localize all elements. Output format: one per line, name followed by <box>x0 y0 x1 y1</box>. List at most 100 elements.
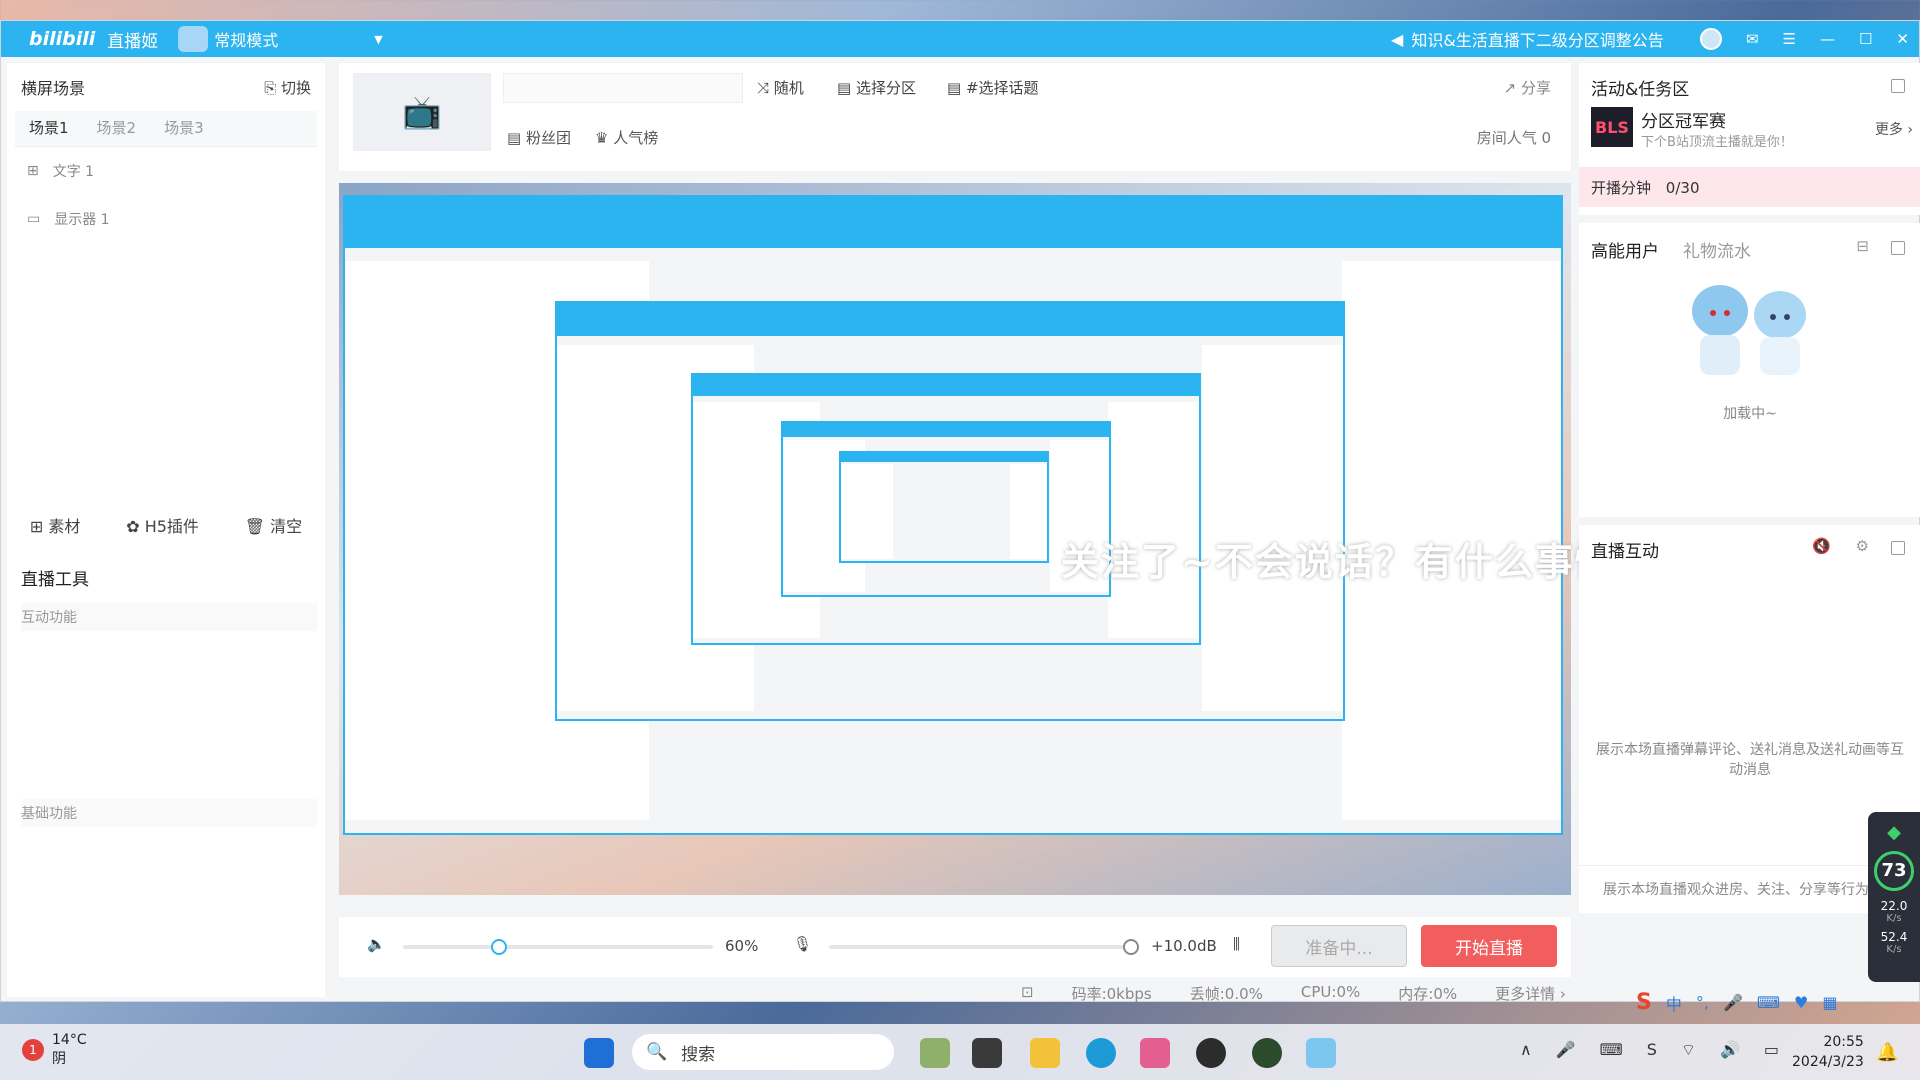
source-item-text[interactable]: ⊞ 文字 1 <box>7 147 325 195</box>
select-topic-button[interactable]: ▤ #选择话题 <box>947 77 1039 98</box>
speaker-icon[interactable]: 🔈 <box>367 935 386 953</box>
popout-icon[interactable] <box>1891 241 1905 255</box>
mic-muted-icon[interactable]: 🎙 <box>793 935 812 953</box>
share-button[interactable]: ↗ 分享 <box>1504 77 1551 98</box>
tab-high-energy-users[interactable]: 高能用户 <box>1591 237 1659 262</box>
windows-start-icon[interactable] <box>584 1038 614 1068</box>
h5-plugin-label: H5插件 <box>144 517 199 536</box>
app-icon-dark[interactable] <box>1196 1038 1226 1068</box>
mic-icon[interactable]: 🎤 <box>1723 993 1743 1012</box>
menu-icon[interactable]: ☰ <box>1783 30 1796 48</box>
chevron-down-icon: ▼ <box>374 32 383 46</box>
bilibili-app-icon[interactable] <box>1140 1038 1170 1068</box>
app-icon-copilot[interactable] <box>920 1038 950 1068</box>
bls-logo: BLS <box>1591 107 1633 147</box>
fan-club-label: 粉丝团 <box>525 129 571 147</box>
language-icon[interactable]: ⌨ <box>1600 1040 1623 1060</box>
popout-icon[interactable] <box>1891 79 1905 93</box>
scene-title: 横屏场景 <box>21 79 86 98</box>
popularity-rank-button[interactable]: ♛ 人气榜 <box>595 127 658 148</box>
more-details-label: 更多详情 <box>1495 985 1556 1003</box>
speaker-volume-slider[interactable] <box>403 939 713 955</box>
h5-plugin-button[interactable]: ✿ H5插件 <box>126 513 199 537</box>
sogou-tray-icon[interactable]: S <box>1647 1040 1657 1060</box>
ime-lang[interactable]: 中 <box>1666 991 1682 1015</box>
toolbox-icon[interactable]: ▦ <box>1822 993 1837 1012</box>
mic-tray-icon[interactable]: 🎤 <box>1556 1040 1576 1060</box>
topic-label: #选择话题 <box>965 79 1039 97</box>
download-unit: K/s <box>1886 944 1902 955</box>
rank-label: 人气榜 <box>613 129 659 147</box>
weather-widget[interactable]: 1 14°C 阴 <box>22 1032 87 1068</box>
select-category-button[interactable]: ▤ 选择分区 <box>837 77 916 98</box>
clock[interactable]: 20:55 2024/3/23 <box>1792 1032 1864 1072</box>
mascot-illustration <box>1692 285 1806 375</box>
stream-minutes-bar[interactable]: 开播分钟 0/30 <box>1579 167 1920 207</box>
date: 2024/3/23 <box>1792 1054 1864 1070</box>
live-studio-icon[interactable] <box>1306 1038 1336 1068</box>
fan-club-button[interactable]: ▤ 粉丝团 <box>507 127 571 148</box>
mic-gain-slider[interactable] <box>829 939 1139 955</box>
mic-gain-value: +10.0dB <box>1151 937 1217 955</box>
materials-button[interactable]: ⊞ 素材 <box>30 513 81 537</box>
mode-label: 常规模式 <box>214 31 279 50</box>
wifi-icon[interactable]: ⌔ <box>1681 1040 1696 1060</box>
start-live-button[interactable]: 开始直播 <box>1421 925 1557 967</box>
preparing-button[interactable]: 准备中... <box>1271 925 1407 967</box>
memory-status: 内存:0% <box>1398 985 1458 1003</box>
more-label: 更多 <box>1874 122 1903 138</box>
source-label: 文字 1 <box>52 164 95 180</box>
announcement-link[interactable]: ◀ 知识&生活直播下二级分区调整公告 <box>1391 27 1664 51</box>
switch-scene-button[interactable]: ⎘ 切换 <box>264 77 311 98</box>
more-activities-link[interactable]: 更多 › <box>1875 119 1913 139</box>
random-label: 随机 <box>773 79 804 97</box>
maximize-icon[interactable]: ☐ <box>1859 30 1872 48</box>
punctuation-icon[interactable]: °, <box>1696 993 1709 1012</box>
sogou-icon[interactable]: S <box>1636 990 1652 1015</box>
room-title-input[interactable] <box>503 73 743 103</box>
speaker-volume-knob[interactable] <box>491 939 508 955</box>
gift-icon[interactable]: ⊟ <box>1856 237 1869 255</box>
skin-icon[interactable]: ♥ <box>1794 993 1808 1012</box>
tab-scene-2[interactable]: 场景2 <box>97 117 137 138</box>
temperature: 14°C <box>52 1032 87 1048</box>
minutes-label: 开播分钟 <box>1591 179 1652 197</box>
close-icon[interactable]: ✕ <box>1896 30 1909 48</box>
source-actions: ⊞ 素材 ✿ H5插件 🗑 清空 <box>7 513 325 537</box>
source-item-display[interactable]: ▭ 显示器 1 <box>7 195 325 243</box>
user-avatar[interactable] <box>1699 28 1722 50</box>
network-monitor-widget[interactable]: ◆ 73 22.0 K/s 52.4 K/s <box>1868 812 1920 982</box>
tab-gift-flow[interactable]: 礼物流水 <box>1683 237 1751 262</box>
battery-icon[interactable]: ▭ <box>1764 1040 1779 1060</box>
clear-button[interactable]: 🗑 清空 <box>245 513 302 537</box>
edge-browser-icon[interactable] <box>1086 1038 1116 1068</box>
mute-icon[interactable]: 🔇 <box>1812 537 1831 555</box>
notification-badge: 1 <box>22 1039 44 1061</box>
cpu-status: CPU:0% <box>1300 983 1361 1001</box>
minimize-icon[interactable]: — <box>1820 30 1835 48</box>
random-title-button[interactable]: ⤨ 随机 <box>757 77 804 98</box>
tab-scene-1[interactable]: 场景1 <box>29 117 69 138</box>
audio-control-bar: 🔈 60% 🎙 +10.0dB ⫼ 准备中... 开始直播 <box>339 917 1571 977</box>
activity-card: 活动&任务区 BLS 分区冠军赛 下个B站顶流主播就是你！ 更多 › 开播分钟 … <box>1579 63 1920 215</box>
scene-panel: 横屏场景 ⎘ 切换 场景1 场景2 场景3 ⊞ 文字 1 ▭ 显示器 1 ⊞ 素… <box>7 63 325 997</box>
file-explorer-icon[interactable] <box>1030 1038 1060 1068</box>
settings-icon[interactable]: ⚙ <box>1856 537 1869 555</box>
popout-icon[interactable] <box>1891 541 1905 555</box>
tab-scene-3[interactable]: 场景3 <box>164 117 204 138</box>
mode-selector[interactable]: 常规模式 ▼ <box>178 26 383 52</box>
promo-subtitle: 下个B站顶流主播就是你！ <box>1641 135 1793 150</box>
cover-image-placeholder[interactable]: 📺 <box>353 73 491 151</box>
notification-bell-icon[interactable]: 🔔 <box>1876 1042 1898 1063</box>
mail-icon[interactable]: ✉ <box>1746 30 1759 48</box>
volume-icon[interactable]: 🔊 <box>1720 1040 1740 1060</box>
taskbar-search[interactable]: 🔍 搜索 <box>632 1034 894 1070</box>
mic-gain-knob[interactable] <box>1123 939 1139 955</box>
app-icon-terminal[interactable] <box>972 1038 1002 1068</box>
more-details-link[interactable]: 更多详情 › <box>1495 983 1566 1004</box>
chevron-up-icon[interactable]: ∧ <box>1520 1040 1532 1060</box>
app-icon-green[interactable] <box>1252 1038 1282 1068</box>
mixer-icon[interactable]: ⫼ <box>1233 935 1240 953</box>
keyboard-icon[interactable]: ⌨ <box>1757 993 1780 1012</box>
promo-title[interactable]: 分区冠军赛 <box>1641 107 1726 132</box>
